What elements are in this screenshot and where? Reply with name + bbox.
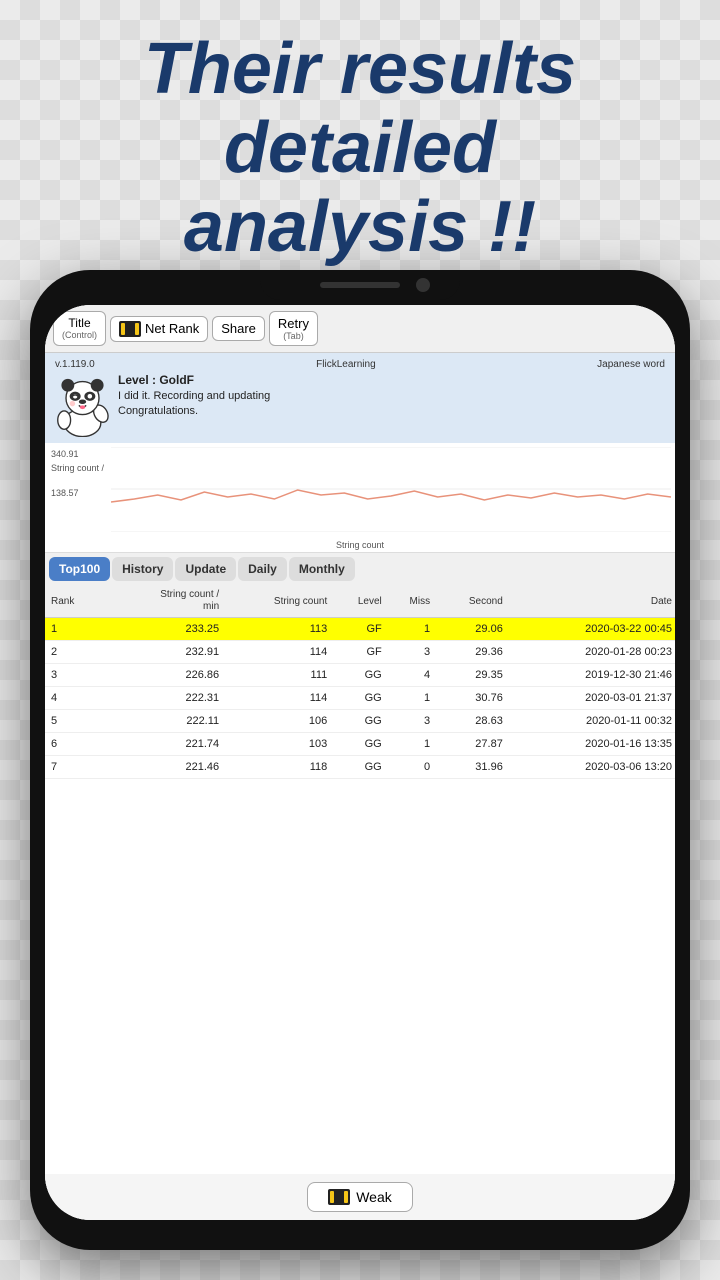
weak-film-icon	[328, 1189, 350, 1205]
chart-area: 340.91 String count / 138.57 String coun…	[45, 443, 675, 553]
netrank-button[interactable]: Net Rank	[110, 316, 208, 342]
tab-history[interactable]: History	[112, 557, 173, 581]
table-row: 1233.25113GF129.062020-03-22 00:45	[45, 618, 675, 641]
cell-rank: 4	[45, 687, 104, 710]
weak-button[interactable]: Weak	[307, 1182, 413, 1212]
toolbar: Title (Control) Net Rank Share Retry (Ta…	[45, 305, 675, 353]
weak-btn-row: Weak	[45, 1174, 675, 1220]
phone-speaker	[320, 282, 400, 288]
col-miss: Miss	[385, 585, 433, 618]
panda-avatar	[55, 372, 110, 437]
phone-camera	[416, 278, 430, 292]
table-row: 4222.31114GG130.762020-03-01 21:37	[45, 687, 675, 710]
headline-text: Their results detailed analysis !!	[40, 30, 680, 268]
cell-rank: 2	[45, 641, 104, 664]
table-container: Rank String count /min String count Leve…	[45, 585, 675, 1174]
tab-daily[interactable]: Daily	[238, 557, 287, 581]
info-row1: v.1.119.0 FlickLearning Japanese word	[55, 359, 665, 370]
title-button[interactable]: Title (Control)	[53, 311, 106, 346]
info-text: Level : GoldF I did it. Recording and up…	[118, 372, 665, 420]
table-row: 5222.11106GG328.632020-01-11 00:32	[45, 710, 675, 733]
col-sc: String count	[222, 585, 330, 618]
phone-screen: Title (Control) Net Rank Share Retry (Ta…	[45, 305, 675, 1220]
app-content: Title (Control) Net Rank Share Retry (Ta…	[45, 305, 675, 1220]
cell-rank: 1	[45, 618, 104, 641]
chart-xlabel: String count	[336, 540, 384, 550]
table-row: 7221.46118GG031.962020-03-06 13:20	[45, 756, 675, 779]
table-row: 6221.74103GG127.872020-01-16 13:35	[45, 733, 675, 756]
col-level: Level	[330, 585, 384, 618]
chart-y-top: 340.91	[51, 449, 79, 459]
cell-rank: 3	[45, 664, 104, 687]
share-button[interactable]: Share	[212, 316, 265, 341]
col-date: Date	[506, 585, 675, 618]
table-row: 2232.91114GF329.362020-01-28 00:23	[45, 641, 675, 664]
col-second: Second	[433, 585, 506, 618]
tab-monthly[interactable]: Monthly	[289, 557, 355, 581]
table-row: 3226.86111GG429.352019-12-30 21:46	[45, 664, 675, 687]
col-sc-min: String count /min	[104, 585, 222, 618]
col-rank: Rank	[45, 585, 104, 618]
chart-svg	[111, 447, 671, 532]
cell-rank: 6	[45, 733, 104, 756]
retry-button[interactable]: Retry (Tab)	[269, 311, 318, 346]
cell-rank: 5	[45, 710, 104, 733]
chart-label-left: String count /	[51, 463, 104, 473]
results-table: Rank String count /min String count Leve…	[45, 585, 675, 779]
headline-section: Their results detailed analysis !!	[0, 20, 720, 278]
tabs-row: Top100 History Update Daily Monthly	[45, 553, 675, 585]
film-icon	[119, 321, 141, 337]
tab-top100[interactable]: Top100	[49, 557, 110, 581]
chart-y-bottom: 138.57	[51, 488, 79, 498]
tab-update[interactable]: Update	[175, 557, 236, 581]
phone-frame: Title (Control) Net Rank Share Retry (Ta…	[30, 270, 690, 1250]
cell-rank: 7	[45, 756, 104, 779]
info-bar: v.1.119.0 FlickLearning Japanese word	[45, 353, 675, 443]
info-main: Level : GoldF I did it. Recording and up…	[55, 372, 665, 437]
